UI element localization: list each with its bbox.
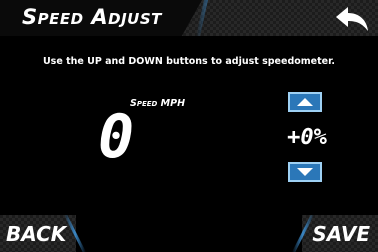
up-button[interactable] [288, 92, 322, 112]
footer-center-panel [76, 215, 302, 252]
save-button[interactable]: SAVE [312, 222, 370, 246]
instruction-text: Use the UP and DOWN buttons to adjust sp… [42, 56, 336, 67]
page-title: Speed Adjust [22, 5, 162, 29]
arrow-down-icon [297, 168, 313, 176]
arrow-up-icon [297, 98, 313, 106]
back-button[interactable]: BACK [6, 222, 66, 246]
speed-value: 0 [97, 102, 135, 172]
header-accent-stripe [196, 0, 208, 36]
down-button[interactable] [288, 162, 322, 182]
adjust-percent-value: +0% [287, 125, 327, 150]
header-bar: Speed Adjust [0, 0, 378, 36]
back-arrow-icon[interactable] [334, 3, 374, 33]
